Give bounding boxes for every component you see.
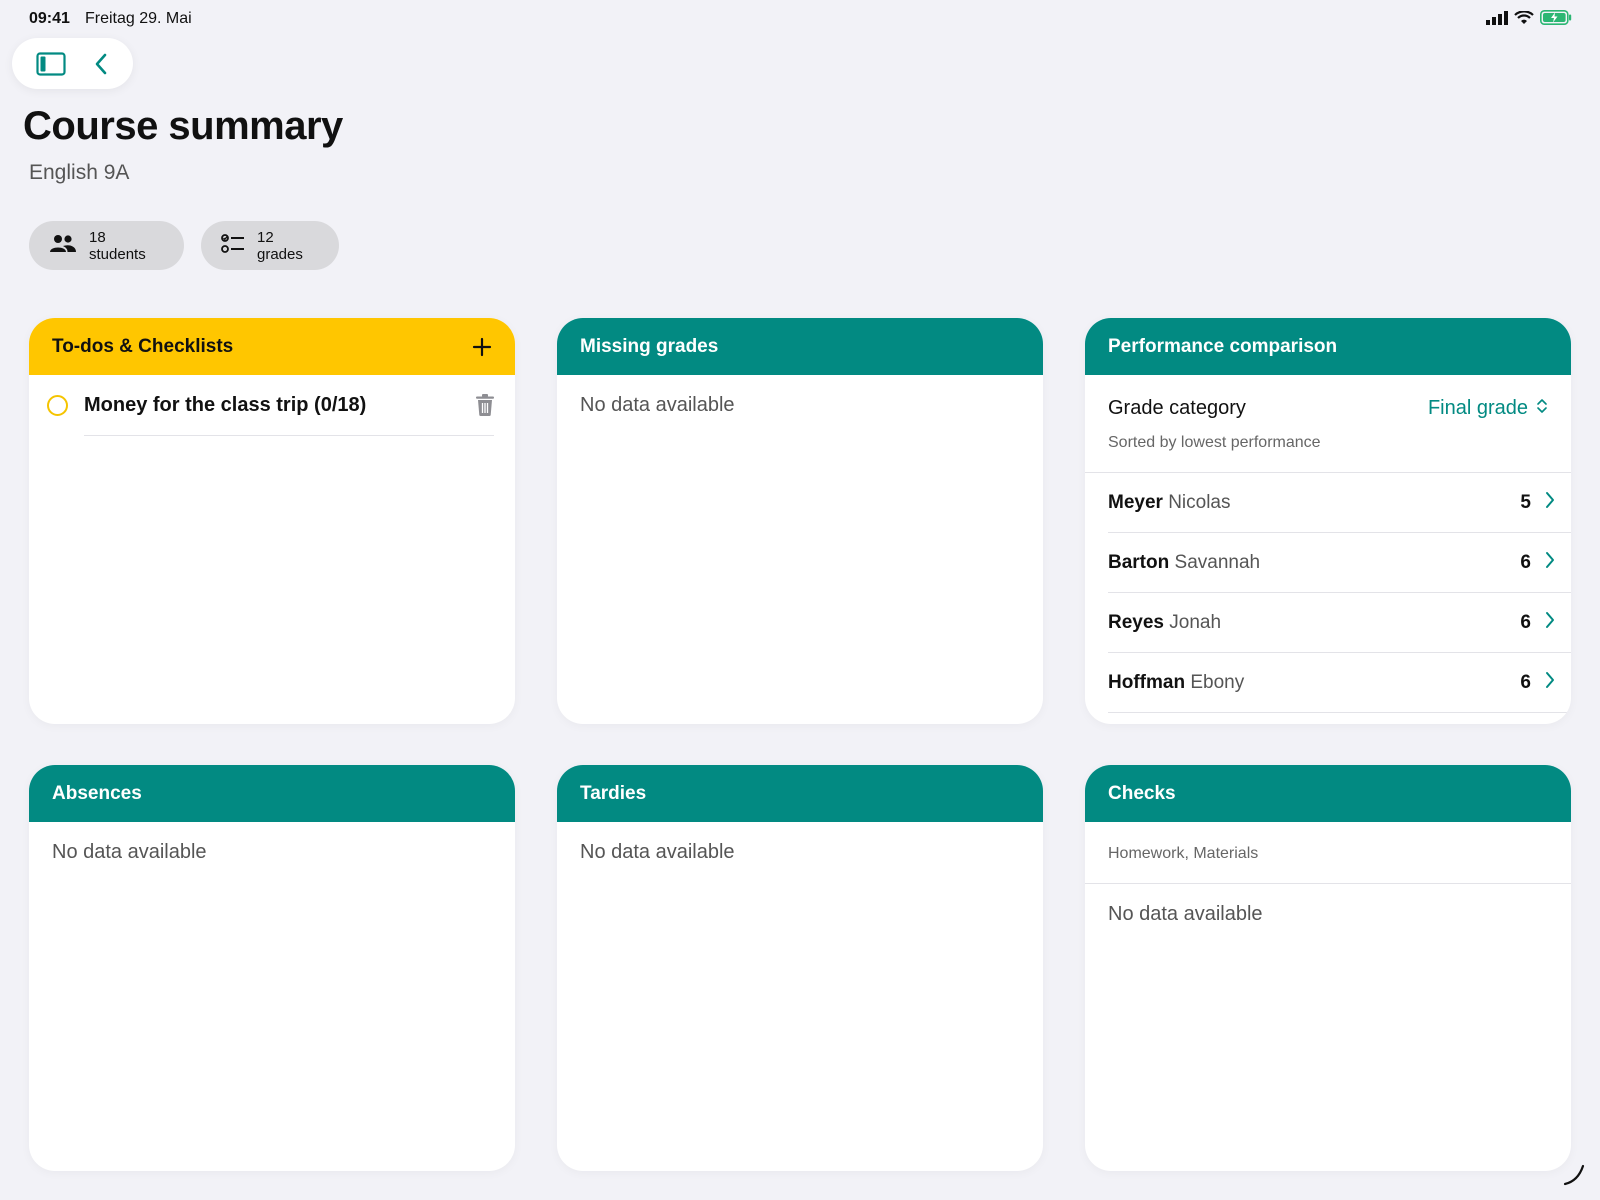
student-name: Hoffman Ebony — [1108, 672, 1244, 694]
student-first-name: Savannah — [1174, 551, 1261, 573]
wifi-icon — [1514, 9, 1534, 30]
checks-card: Checks Homework, Materials No data avail… — [1085, 765, 1571, 1171]
tardies-header: Tardies — [557, 765, 1043, 822]
status-date: Freitag 29. Mai — [85, 10, 192, 27]
page-subtitle: English 9A — [29, 161, 130, 184]
table-row[interactable]: Meyer Nicolas 5 — [1108, 473, 1571, 533]
absences-header: Absences — [29, 765, 515, 822]
tardies-title: Tardies — [580, 782, 647, 804]
empty-state: No data available — [1108, 903, 1263, 925]
missing-grades-header: Missing grades — [557, 318, 1043, 375]
empty-state: No data available — [52, 841, 207, 863]
absences-title: Absences — [52, 782, 142, 804]
student-name: Meyer Nicolas — [1108, 492, 1231, 514]
checks-subtitle: Homework, Materials — [1085, 822, 1571, 884]
todos-card: To-dos & Checklists Money for the class … — [29, 318, 515, 724]
student-grade: 5 — [1520, 491, 1531, 513]
divider — [84, 435, 494, 436]
chevron-right-icon — [1545, 491, 1555, 514]
student-name: Reyes Jonah — [1108, 612, 1221, 634]
todos-title: To-dos & Checklists — [52, 335, 234, 357]
todo-label: Money for the class trip (0/18) — [84, 393, 367, 416]
signal-icon — [1486, 10, 1508, 30]
chevron-left-icon[interactable] — [93, 52, 109, 76]
grades-chip[interactable]: 12 grades — [201, 221, 339, 270]
sort-updown-icon — [1536, 397, 1548, 420]
students-count: 18 students — [89, 228, 146, 263]
list-item[interactable]: Money for the class trip (0/18) — [29, 375, 515, 435]
page-title: Course summary — [23, 104, 343, 148]
checks-title: Checks — [1108, 782, 1176, 804]
todo-checkbox[interactable] — [47, 394, 68, 416]
status-time: 09:41 — [29, 10, 70, 27]
grade-category-label: Grade category — [1108, 397, 1246, 419]
performance-header: Performance comparison — [1085, 318, 1571, 375]
status-icons — [1486, 9, 1572, 30]
chevron-right-icon — [1545, 551, 1555, 574]
student-first-name: Nicolas — [1168, 491, 1231, 513]
plus-icon[interactable] — [472, 337, 492, 357]
checks-header: Checks — [1085, 765, 1571, 822]
student-grade: 6 — [1520, 551, 1531, 573]
student-grade: 6 — [1520, 611, 1531, 633]
student-last-name: Hoffman — [1108, 671, 1186, 693]
student-last-name: Barton — [1108, 551, 1170, 573]
grades-count: 12 grades — [257, 228, 303, 263]
tardies-card: Tardies No data available — [557, 765, 1043, 1171]
nav-pill — [12, 38, 133, 89]
missing-grades-card: Missing grades No data available — [557, 318, 1043, 724]
table-row[interactable]: Barton Savannah 6 — [1108, 533, 1571, 593]
trash-icon[interactable] — [475, 393, 495, 417]
absences-card: Absences No data available — [29, 765, 515, 1171]
performance-card: Performance comparison Grade category Fi… — [1085, 318, 1571, 724]
table-row[interactable]: Reyes Jonah 6 — [1108, 593, 1571, 653]
grade-category-section: Grade category Final grade Sorted by low… — [1085, 375, 1571, 473]
student-name: Barton Savannah — [1108, 552, 1260, 574]
performance-title: Performance comparison — [1108, 335, 1338, 357]
status-bar: 09:41 Freitag 29. Mai — [0, 0, 1600, 38]
todos-header: To-dos & Checklists — [29, 318, 515, 375]
table-row[interactable]: Hoffman Ebony 6 — [1108, 653, 1571, 713]
battery-icon — [1540, 10, 1572, 30]
resize-handle-icon[interactable] — [1562, 1163, 1586, 1192]
students-chip[interactable]: 18 students — [29, 221, 184, 270]
empty-state: No data available — [580, 394, 735, 416]
student-first-name: Ebony — [1190, 671, 1245, 693]
missing-grades-title: Missing grades — [580, 335, 719, 357]
grade-category-value: Final grade — [1427, 397, 1528, 419]
people-icon — [49, 234, 77, 258]
checklist-icon — [221, 233, 245, 259]
student-last-name: Meyer — [1108, 491, 1163, 513]
chevron-right-icon — [1545, 611, 1555, 634]
student-grade: 6 — [1520, 671, 1531, 693]
student-first-name: Jonah — [1169, 611, 1222, 633]
chevron-right-icon — [1545, 671, 1555, 694]
empty-state: No data available — [580, 841, 735, 863]
sorted-label: Sorted by lowest performance — [1108, 434, 1321, 451]
grade-category-picker[interactable]: Final grade — [1428, 397, 1548, 420]
student-last-name: Reyes — [1108, 611, 1164, 633]
sidebar-icon[interactable] — [36, 51, 66, 76]
